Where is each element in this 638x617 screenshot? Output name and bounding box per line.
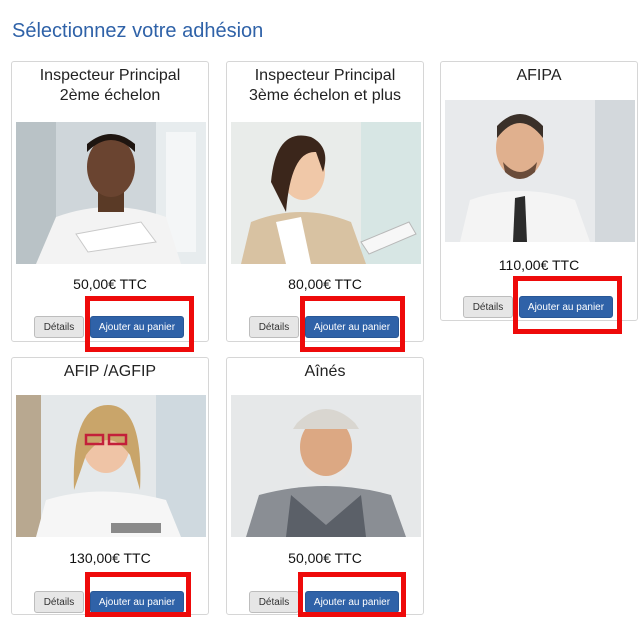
product-price: 110,00€ TTC [498, 257, 580, 273]
product-photo [445, 100, 635, 242]
product-card-afip-agfip: AFIP /AGFIP 130,00€ TTC Détails Ajouter … [11, 357, 209, 615]
details-button[interactable]: Détails [249, 316, 299, 338]
product-title: Aînés [304, 363, 346, 380]
product-photo [231, 122, 421, 264]
product-title: Inspecteur Principal 3ème échelon et plu… [248, 67, 402, 104]
product-photo [231, 395, 421, 537]
add-to-cart-button[interactable]: Ajouter au panier [90, 591, 184, 613]
add-to-cart-button[interactable]: Ajouter au panier [305, 316, 399, 338]
product-price: 50,00€ TTC [73, 276, 147, 292]
page-title: Sélectionnez votre adhésion [12, 20, 264, 42]
details-button[interactable]: Détails [34, 591, 84, 613]
product-price: 80,00€ TTC [288, 276, 362, 292]
product-price: 50,00€ TTC [288, 550, 362, 566]
product-card-aines: Aînés 50,00€ TTC Détails Ajouter au pani… [226, 357, 424, 615]
product-photo [16, 395, 206, 537]
product-title: AFIP /AGFIP [63, 363, 157, 380]
details-button[interactable]: Détails [249, 591, 299, 613]
product-photo [16, 122, 206, 264]
add-to-cart-button[interactable]: Ajouter au panier [90, 316, 184, 338]
product-card-afipa: AFIPA 110,00€ TTC Détails Ajouter au pan… [440, 61, 638, 321]
product-title: AFIPA [516, 67, 562, 84]
details-button[interactable]: Détails [34, 316, 84, 338]
add-to-cart-button[interactable]: Ajouter au panier [305, 591, 399, 613]
product-title: Inspecteur Principal 2ème échelon [39, 67, 181, 104]
product-card-inspecteur-2e: Inspecteur Principal 2ème échelon 50,00€… [11, 61, 209, 342]
details-button[interactable]: Détails [463, 296, 513, 318]
product-price: 130,00€ TTC [69, 550, 151, 566]
add-to-cart-button[interactable]: Ajouter au panier [519, 296, 613, 318]
product-card-inspecteur-3e: Inspecteur Principal 3ème échelon et plu… [226, 61, 424, 342]
